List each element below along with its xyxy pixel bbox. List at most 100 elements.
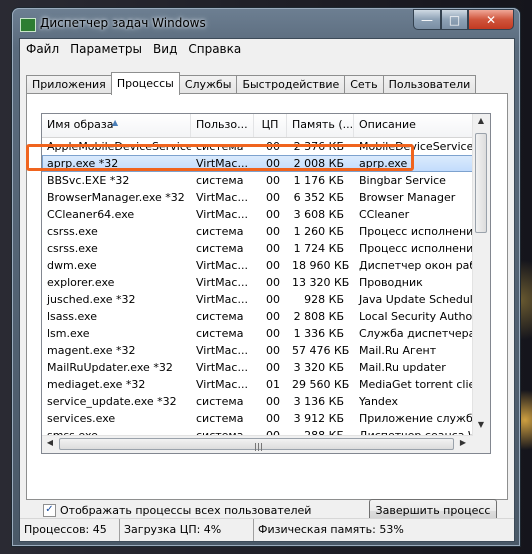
status-memory: Физическая память: 53% [258,523,404,536]
row-user: система [196,327,244,340]
title-bar[interactable]: Диспетчер задач Windows — □ ✕ [12,8,520,36]
status-cpu: Загрузка ЦП: 4% [120,519,254,541]
table-row[interactable]: service_update.exe *32 система 00 3 136 КБ Y… [42,393,473,410]
row-cpu: 00 [266,293,280,306]
menu-options[interactable]: Параметры [64,42,147,56]
maximize-button[interactable]: □ [441,9,468,30]
row-memory: 13 320 КБ [292,276,350,289]
row-user: система [196,242,244,255]
scroll-corner [473,436,490,453]
row-user: VirtMac... [196,293,248,306]
table-row[interactable]: BrowserManager.exe *32 VirtMac... 00 6 352 … [42,189,473,206]
table-row[interactable]: dwm.exe VirtMac... 00 18 960 КБ Диспетчер ок… [42,257,473,274]
row-description: Browser Manager [359,191,456,204]
tab-network[interactable]: Сеть [344,75,384,95]
row-user: система [196,310,244,323]
menu-file[interactable]: Файл [20,42,64,56]
minimize-button[interactable]: — [413,9,441,30]
menu-bar: Файл Параметры Вид Справка [20,39,514,59]
table-row[interactable]: CCleaner64.exe VirtMac... 00 3 608 КБ CClean… [42,206,473,223]
column-user[interactable]: Пользо... [191,114,254,137]
table-row[interactable]: jusched.exe *32 VirtMac... 00 928 КБ Java Up… [42,291,473,308]
menu-view[interactable]: Вид [147,42,182,56]
row-memory: 3 136 КБ [293,395,344,408]
row-memory: 18 960 КБ [292,259,350,272]
row-user: система [196,395,244,408]
row-image-name: BBSvc.EXE *32 [47,174,130,187]
process-rows: AppleMobileDeviceService... система 00 2 37… [42,138,473,444]
row-user: VirtMac... [196,276,248,289]
row-image-name: lsm.exe [47,327,90,340]
window-client-area: Файл Параметры Вид Справка Приложения Пр… [19,38,515,542]
row-user: VirtMac... [196,344,248,357]
table-row[interactable]: csrss.exe система 00 1 260 КБ Процесс исполн… [42,223,473,240]
row-cpu: 00 [266,361,280,374]
table-row[interactable]: lsass.exe система 00 2 808 КБ Local Security… [42,308,473,325]
vertical-scroll-thumb[interactable] [475,133,487,233]
sort-ascending-icon: ▲ [112,118,119,127]
row-cpu: 00 [266,310,280,323]
column-header: ▲ Имя образа Пользо... ЦП Память (... Оп… [42,114,473,138]
row-user: система [196,225,244,238]
row-description: MediaGet torrent clien [359,378,473,391]
row-memory: 3 608 КБ [293,208,344,221]
row-description: Bingbar Service [359,174,446,187]
selected-process-highlight-box [26,144,414,171]
row-description: Local Security Authori [359,310,473,323]
row-cpu: 00 [266,327,280,340]
tab-processes[interactable]: Процессы [110,72,180,95]
table-row[interactable]: csrss.exe система 00 1 724 КБ Процесс исполн… [42,240,473,257]
menu-help[interactable]: Справка [182,42,246,56]
tab-performance[interactable]: Быстродействие [236,75,346,95]
tab-users[interactable]: Пользователи [382,75,477,95]
horizontal-scroll-thumb[interactable] [59,438,454,451]
scroll-down-icon[interactable]: ▼ [476,420,486,434]
show-all-checkbox[interactable]: ✓ [43,504,56,517]
table-row[interactable]: mediaget.exe *32 VirtMac... 01 29 560 КБ Med… [42,376,473,393]
row-image-name: csrss.exe [47,225,98,238]
scroll-up-icon[interactable]: ▲ [476,116,486,130]
window-title: Диспетчер задач Windows [40,16,206,30]
row-memory: 1 724 КБ [293,242,344,255]
task-manager-window: Диспетчер задач Windows — □ ✕ Файл Парам… [12,8,520,546]
table-row[interactable]: services.exe система 00 3 912 КБ Приложение … [42,410,473,427]
row-user: VirtMac... [196,191,248,204]
row-cpu: 00 [266,259,280,272]
scroll-right-icon[interactable]: ▶ [458,438,468,452]
row-image-name: MailRuUpdater.exe *32 [47,361,173,374]
row-description: Java Update Schedule [359,293,473,306]
row-image-name: CCleaner64.exe [47,208,135,221]
row-cpu: 00 [266,191,280,204]
row-memory: 3 912 КБ [293,412,344,425]
table-row[interactable]: lsm.exe система 00 1 336 КБ Служба диспетчер… [42,325,473,342]
tab-applications[interactable]: Приложения [26,75,112,95]
table-row[interactable]: magent.exe *32 VirtMac... 00 57 476 КБ Mail.… [42,342,473,359]
row-cpu: 00 [266,344,280,357]
column-description[interactable]: Описание [354,114,473,137]
row-description: Проводник [359,276,423,289]
close-button[interactable]: ✕ [468,9,514,30]
row-description: Процесс исполнения [359,242,473,255]
row-user: система [196,412,244,425]
row-memory: 928 КБ [304,293,344,306]
row-cpu: 00 [266,395,280,408]
tab-services[interactable]: Службы [178,75,238,95]
vertical-scrollbar[interactable]: ▲ ▼ [472,114,490,436]
column-cpu[interactable]: ЦП [254,114,287,137]
status-processes: Процессов: 45 [20,519,120,541]
show-all-processes[interactable]: ✓ Отображать процессы всех пользователей [43,504,311,517]
column-image-name[interactable]: ▲ Имя образа [42,114,191,137]
table-row[interactable]: BBSvc.EXE *32 система 00 1 176 КБ Bingbar Se… [42,172,473,189]
table-row[interactable]: MailRuUpdater.exe *32 VirtMac... 00 3 320 К… [42,359,473,376]
table-row[interactable]: explorer.exe VirtMac... 00 13 320 КБ Проводн… [42,274,473,291]
column-memory[interactable]: Память (... [287,114,354,137]
row-cpu: 00 [266,242,280,255]
scroll-left-icon[interactable]: ◀ [45,438,55,452]
row-image-name: service_update.exe *32 [47,395,177,408]
row-user: VirtMac... [196,208,248,221]
row-image-name: lsass.exe [47,310,97,323]
row-cpu: 00 [266,276,280,289]
horizontal-scrollbar[interactable]: ◀ ▶ [42,435,473,453]
row-image-name: magent.exe *32 [47,344,136,357]
row-cpu: 01 [266,378,280,391]
